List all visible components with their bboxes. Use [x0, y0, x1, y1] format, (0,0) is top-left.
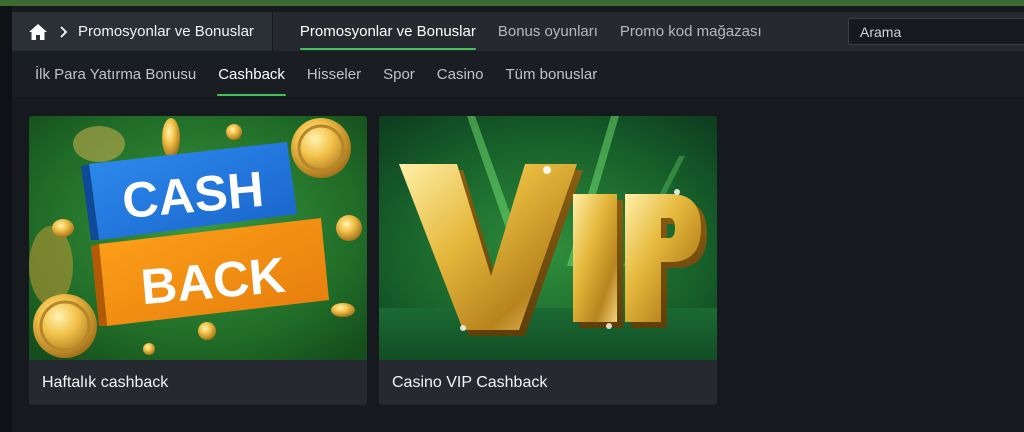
- tab-first-deposit-bonus[interactable]: İlk Para Yatırma Bonusu: [24, 51, 207, 97]
- page-left-edge: [0, 6, 12, 432]
- tab-sport[interactable]: Spor: [372, 51, 426, 97]
- home-icon[interactable]: [28, 23, 48, 41]
- promo-card-casino-vip-cashback[interactable]: Casino VIP Cashback: [379, 116, 717, 405]
- promo-card-weekly-cashback[interactable]: CASH BACK Haftalık cashback: [29, 116, 367, 405]
- vip-banner-image: [379, 116, 717, 360]
- tab-bonus-games[interactable]: Bonus oyunları: [487, 12, 609, 51]
- breadcrumb: Promosyonlar ve Bonuslar: [12, 12, 273, 51]
- tab-all-bonuses[interactable]: Tüm bonuslar: [494, 51, 608, 97]
- tab-shares[interactable]: Hisseler: [296, 51, 372, 97]
- header-bar: Promosyonlar ve Bonuslar Promosyonlar ve…: [12, 12, 1024, 51]
- tab-casino[interactable]: Casino: [426, 51, 495, 97]
- tab-promotions-and-bonuses[interactable]: Promosyonlar ve Bonuslar: [289, 12, 487, 51]
- card-title: Haftalık cashback: [42, 374, 169, 391]
- chevron-right-icon: [58, 25, 68, 38]
- cashback-banner-image: CASH BACK: [29, 116, 367, 360]
- main-tabs: Promosyonlar ve Bonuslar Bonus oyunları …: [289, 12, 773, 51]
- tab-cashback[interactable]: Cashback: [207, 51, 296, 97]
- breadcrumb-current: Promosyonlar ve Bonuslar: [78, 23, 254, 40]
- top-accent-bar: [0, 0, 1024, 6]
- search-box: [848, 18, 1024, 45]
- category-tabs: İlk Para Yatırma Bonusu Cashback Hissele…: [12, 51, 1024, 97]
- search-input[interactable]: [860, 23, 1024, 40]
- card-title: Casino VIP Cashback: [392, 374, 548, 391]
- tab-promo-code-store[interactable]: Promo kod mağazası: [609, 12, 773, 51]
